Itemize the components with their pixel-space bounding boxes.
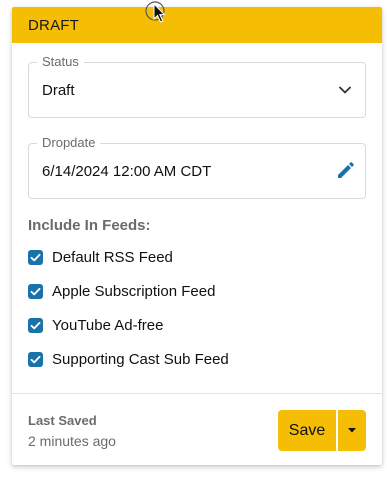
dropdate-field[interactable]: Dropdate 6/14/2024 12:00 AM CDT	[28, 135, 366, 199]
dropdate-label: Dropdate	[37, 135, 101, 151]
save-split-button: Save	[278, 410, 366, 451]
mouse-cursor-icon	[144, 0, 170, 28]
feeds-heading: Include In Feeds:	[28, 217, 151, 234]
checkbox-checked-icon[interactable]	[28, 284, 43, 299]
episode-status-card: DRAFT Status Draft Dropdate 6/14/2024 12…	[12, 7, 382, 465]
save-button[interactable]: Save	[278, 410, 336, 451]
status-select[interactable]: Status Draft	[28, 54, 366, 118]
header-title: DRAFT	[28, 17, 79, 34]
feed-checkbox-supporting-cast[interactable]: Supporting Cast Sub Feed	[28, 351, 358, 371]
chevron-down-icon[interactable]	[335, 80, 355, 100]
pencil-icon[interactable]	[335, 161, 355, 181]
caret-down-icon	[348, 428, 356, 433]
feed-checkbox-youtube-ad-free[interactable]: YouTube Ad-free	[28, 317, 358, 337]
dropdate-value: 6/14/2024 12:00 AM CDT	[42, 163, 212, 180]
last-saved-time: 2 minutes ago	[28, 433, 116, 449]
checkbox-checked-icon[interactable]	[28, 318, 43, 333]
feed-checkbox-default-rss[interactable]: Default RSS Feed	[28, 249, 358, 269]
feed-checkbox-apple-subscription[interactable]: Apple Subscription Feed	[28, 283, 358, 303]
status-label: Status	[37, 54, 84, 70]
feed-label: Default RSS Feed	[52, 249, 173, 266]
page: DRAFT Status Draft Dropdate 6/14/2024 12…	[0, 0, 387, 484]
footer-divider	[12, 393, 382, 394]
last-saved-label: Last Saved	[28, 413, 97, 428]
feed-label: Supporting Cast Sub Feed	[52, 351, 229, 368]
feed-label: YouTube Ad-free	[52, 317, 164, 334]
status-value: Draft	[42, 82, 75, 99]
feed-label: Apple Subscription Feed	[52, 283, 216, 300]
card-header: DRAFT	[12, 7, 382, 43]
checkbox-checked-icon[interactable]	[28, 352, 43, 367]
save-options-button[interactable]	[338, 410, 366, 451]
checkbox-checked-icon[interactable]	[28, 250, 43, 265]
